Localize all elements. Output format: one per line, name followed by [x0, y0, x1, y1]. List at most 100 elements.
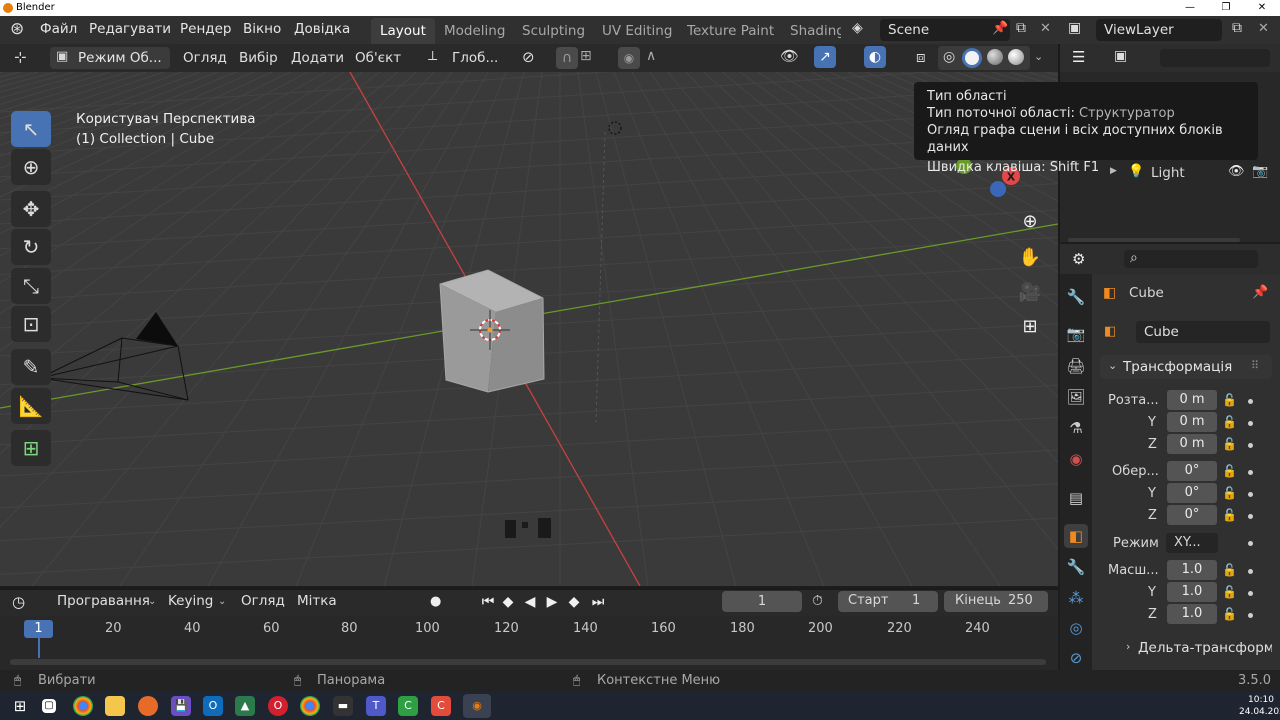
transform-tool[interactable]: ⊡	[11, 306, 51, 342]
falloff-icon[interactable]: ∧	[646, 48, 656, 64]
timeline-scrollbar[interactable]	[10, 659, 1046, 665]
proportional-edit-icon[interactable]: ◉	[618, 47, 640, 69]
snap-target-icon[interactable]: ⊞	[580, 48, 592, 64]
output-tab-icon[interactable]: 🖨	[1064, 354, 1088, 378]
play-reverse-icon[interactable]: ◀	[520, 592, 540, 612]
render-toggle-icon[interactable]: 📷	[1252, 164, 1268, 179]
material-shading-icon[interactable]	[987, 49, 1003, 65]
scale-z-field[interactable]: 1.0	[1167, 604, 1217, 624]
chrome-icon[interactable]	[300, 696, 320, 716]
delta-transform-panel-header[interactable]: › Дельта-трансформа	[1100, 638, 1272, 660]
location-y-field[interactable]: 0 m	[1167, 412, 1217, 432]
render-tab-icon[interactable]: 📷	[1064, 322, 1088, 346]
lock-icon[interactable]: 🔓	[1222, 486, 1237, 500]
taskview-icon[interactable]: ▢	[42, 699, 56, 713]
location-x-field[interactable]: 0 m	[1167, 390, 1217, 410]
menu-window[interactable]: Вікно	[243, 21, 281, 37]
tab-layout[interactable]: Layout	[371, 18, 435, 44]
3d-viewport[interactable]: X	[0, 72, 1058, 586]
save-app-icon[interactable]: 💾	[171, 696, 191, 716]
firefox-icon[interactable]	[138, 696, 158, 716]
tab-texture-paint[interactable]: Texture Paint	[678, 18, 783, 44]
zoom-icon[interactable]: ⊕	[1014, 205, 1046, 237]
tool-tab-icon[interactable]: 🔧	[1064, 285, 1088, 309]
menu-file[interactable]: Файл	[40, 21, 77, 37]
modifier-tab-icon[interactable]: 🔧	[1064, 555, 1088, 579]
end-frame-field[interactable]: Кінець 250	[944, 591, 1048, 612]
scale-y-field[interactable]: 1.0	[1167, 582, 1217, 602]
location-z-field[interactable]: 0 m	[1167, 434, 1217, 454]
add-cube-tool[interactable]: ⊞	[11, 430, 51, 466]
prev-keyframe-icon[interactable]: ◆	[498, 592, 518, 612]
visibility-icon[interactable]: 👁	[780, 47, 799, 65]
remove-view-layer-icon[interactable]: ✕	[1258, 21, 1269, 36]
constraints-tab-icon[interactable]: ⊘	[1064, 646, 1088, 670]
keyframe-dot[interactable]	[1248, 492, 1253, 497]
app-icon[interactable]: ▬	[333, 696, 353, 716]
scale-tool[interactable]: ⤡	[11, 268, 51, 304]
snap-icon[interactable]: ∩	[556, 47, 578, 69]
rotate-tool[interactable]: ↻	[11, 229, 51, 265]
menu-playback[interactable]: Програвання	[57, 593, 150, 609]
cursor-tool[interactable]: ⊕	[11, 149, 51, 185]
minimize-icon[interactable]: —	[1172, 0, 1208, 16]
xray-icon[interactable]: ⧈	[916, 48, 926, 66]
keyframe-dot[interactable]	[1248, 514, 1253, 519]
lock-icon[interactable]: 🔓	[1222, 563, 1237, 577]
menu-select[interactable]: Вибір	[239, 50, 278, 66]
start-menu-icon[interactable]: ⊞	[10, 696, 30, 716]
outliner-search-input[interactable]	[1160, 49, 1270, 67]
outliner-scrollbar[interactable]	[1068, 238, 1240, 242]
tab-modeling[interactable]: Modeling	[435, 18, 514, 44]
timeline-editor-type-icon[interactable]: ◷	[12, 593, 25, 611]
tab-sculpting[interactable]: Sculpting	[513, 18, 594, 44]
tab-shading[interactable]: Shading	[781, 18, 841, 44]
menu-object[interactable]: Об'єкт	[355, 50, 401, 66]
menu-marker[interactable]: Мітка	[297, 593, 337, 609]
remove-scene-icon[interactable]: ✕	[1040, 21, 1051, 36]
menu-help[interactable]: Довідка	[294, 21, 350, 37]
stopwatch-icon[interactable]: ⏱	[812, 593, 823, 609]
teams-icon[interactable]: T	[366, 696, 386, 716]
keyframe-dot[interactable]	[1248, 569, 1253, 574]
menu-view[interactable]: Огляд	[183, 50, 227, 66]
new-scene-icon[interactable]: ⧉	[1016, 20, 1026, 36]
keyframe-dot[interactable]	[1248, 443, 1253, 448]
scale-x-field[interactable]: 1.0	[1167, 560, 1217, 580]
world-tab-icon[interactable]: ◉	[1064, 447, 1088, 471]
lock-icon[interactable]: 🔓	[1222, 607, 1237, 621]
collection-tab-icon[interactable]: ▤	[1064, 486, 1088, 510]
drag-handle-icon[interactable]: ⠿	[1251, 359, 1259, 372]
display-mode-icon[interactable]: ▣	[1114, 48, 1127, 64]
pivot-icon[interactable]: ⊘	[522, 48, 535, 66]
scene-tab-icon[interactable]: ⚗	[1064, 416, 1088, 440]
keyframe-dot[interactable]	[1248, 613, 1253, 618]
properties-pin-icon[interactable]: 📌	[1252, 285, 1268, 300]
rotation-mode-dropdown[interactable]: XY...	[1166, 533, 1218, 553]
perspective-grid-icon[interactable]: ⊞	[1014, 310, 1046, 342]
keyframe-dot[interactable]	[1248, 421, 1253, 426]
scene-selector[interactable]: Scene	[880, 19, 1010, 41]
keyframe-dot[interactable]	[1248, 591, 1253, 596]
rotation-y-field[interactable]: 0°	[1167, 483, 1217, 503]
annotate-tool[interactable]: ✎	[11, 349, 51, 385]
rotation-x-field[interactable]: 0°	[1167, 461, 1217, 481]
maximize-icon[interactable]: ❐	[1208, 0, 1244, 16]
chrome-icon[interactable]	[73, 696, 93, 716]
keyframe-dot[interactable]	[1248, 470, 1253, 475]
file-explorer-icon[interactable]	[105, 696, 125, 716]
pin-icon[interactable]: 📌	[992, 21, 1008, 36]
blender-taskbar-icon[interactable]: ◉	[463, 694, 491, 718]
editor-type-icon[interactable]: ⊹	[14, 48, 27, 66]
app-icon[interactable]: ▲	[235, 696, 255, 716]
app-icon[interactable]: C	[398, 696, 418, 716]
opera-icon[interactable]: O	[268, 696, 288, 716]
lock-icon[interactable]: 🔓	[1222, 464, 1237, 478]
lock-icon[interactable]: 🔓	[1222, 437, 1237, 451]
object-name-field[interactable]: Cube	[1136, 321, 1270, 343]
rotation-z-field[interactable]: 0°	[1167, 505, 1217, 525]
properties-search-input[interactable]	[1124, 250, 1258, 268]
play-icon[interactable]: ▶	[542, 592, 562, 612]
new-view-layer-icon[interactable]: ⧉	[1232, 20, 1242, 36]
physics-tab-icon[interactable]: ◎	[1064, 616, 1088, 640]
